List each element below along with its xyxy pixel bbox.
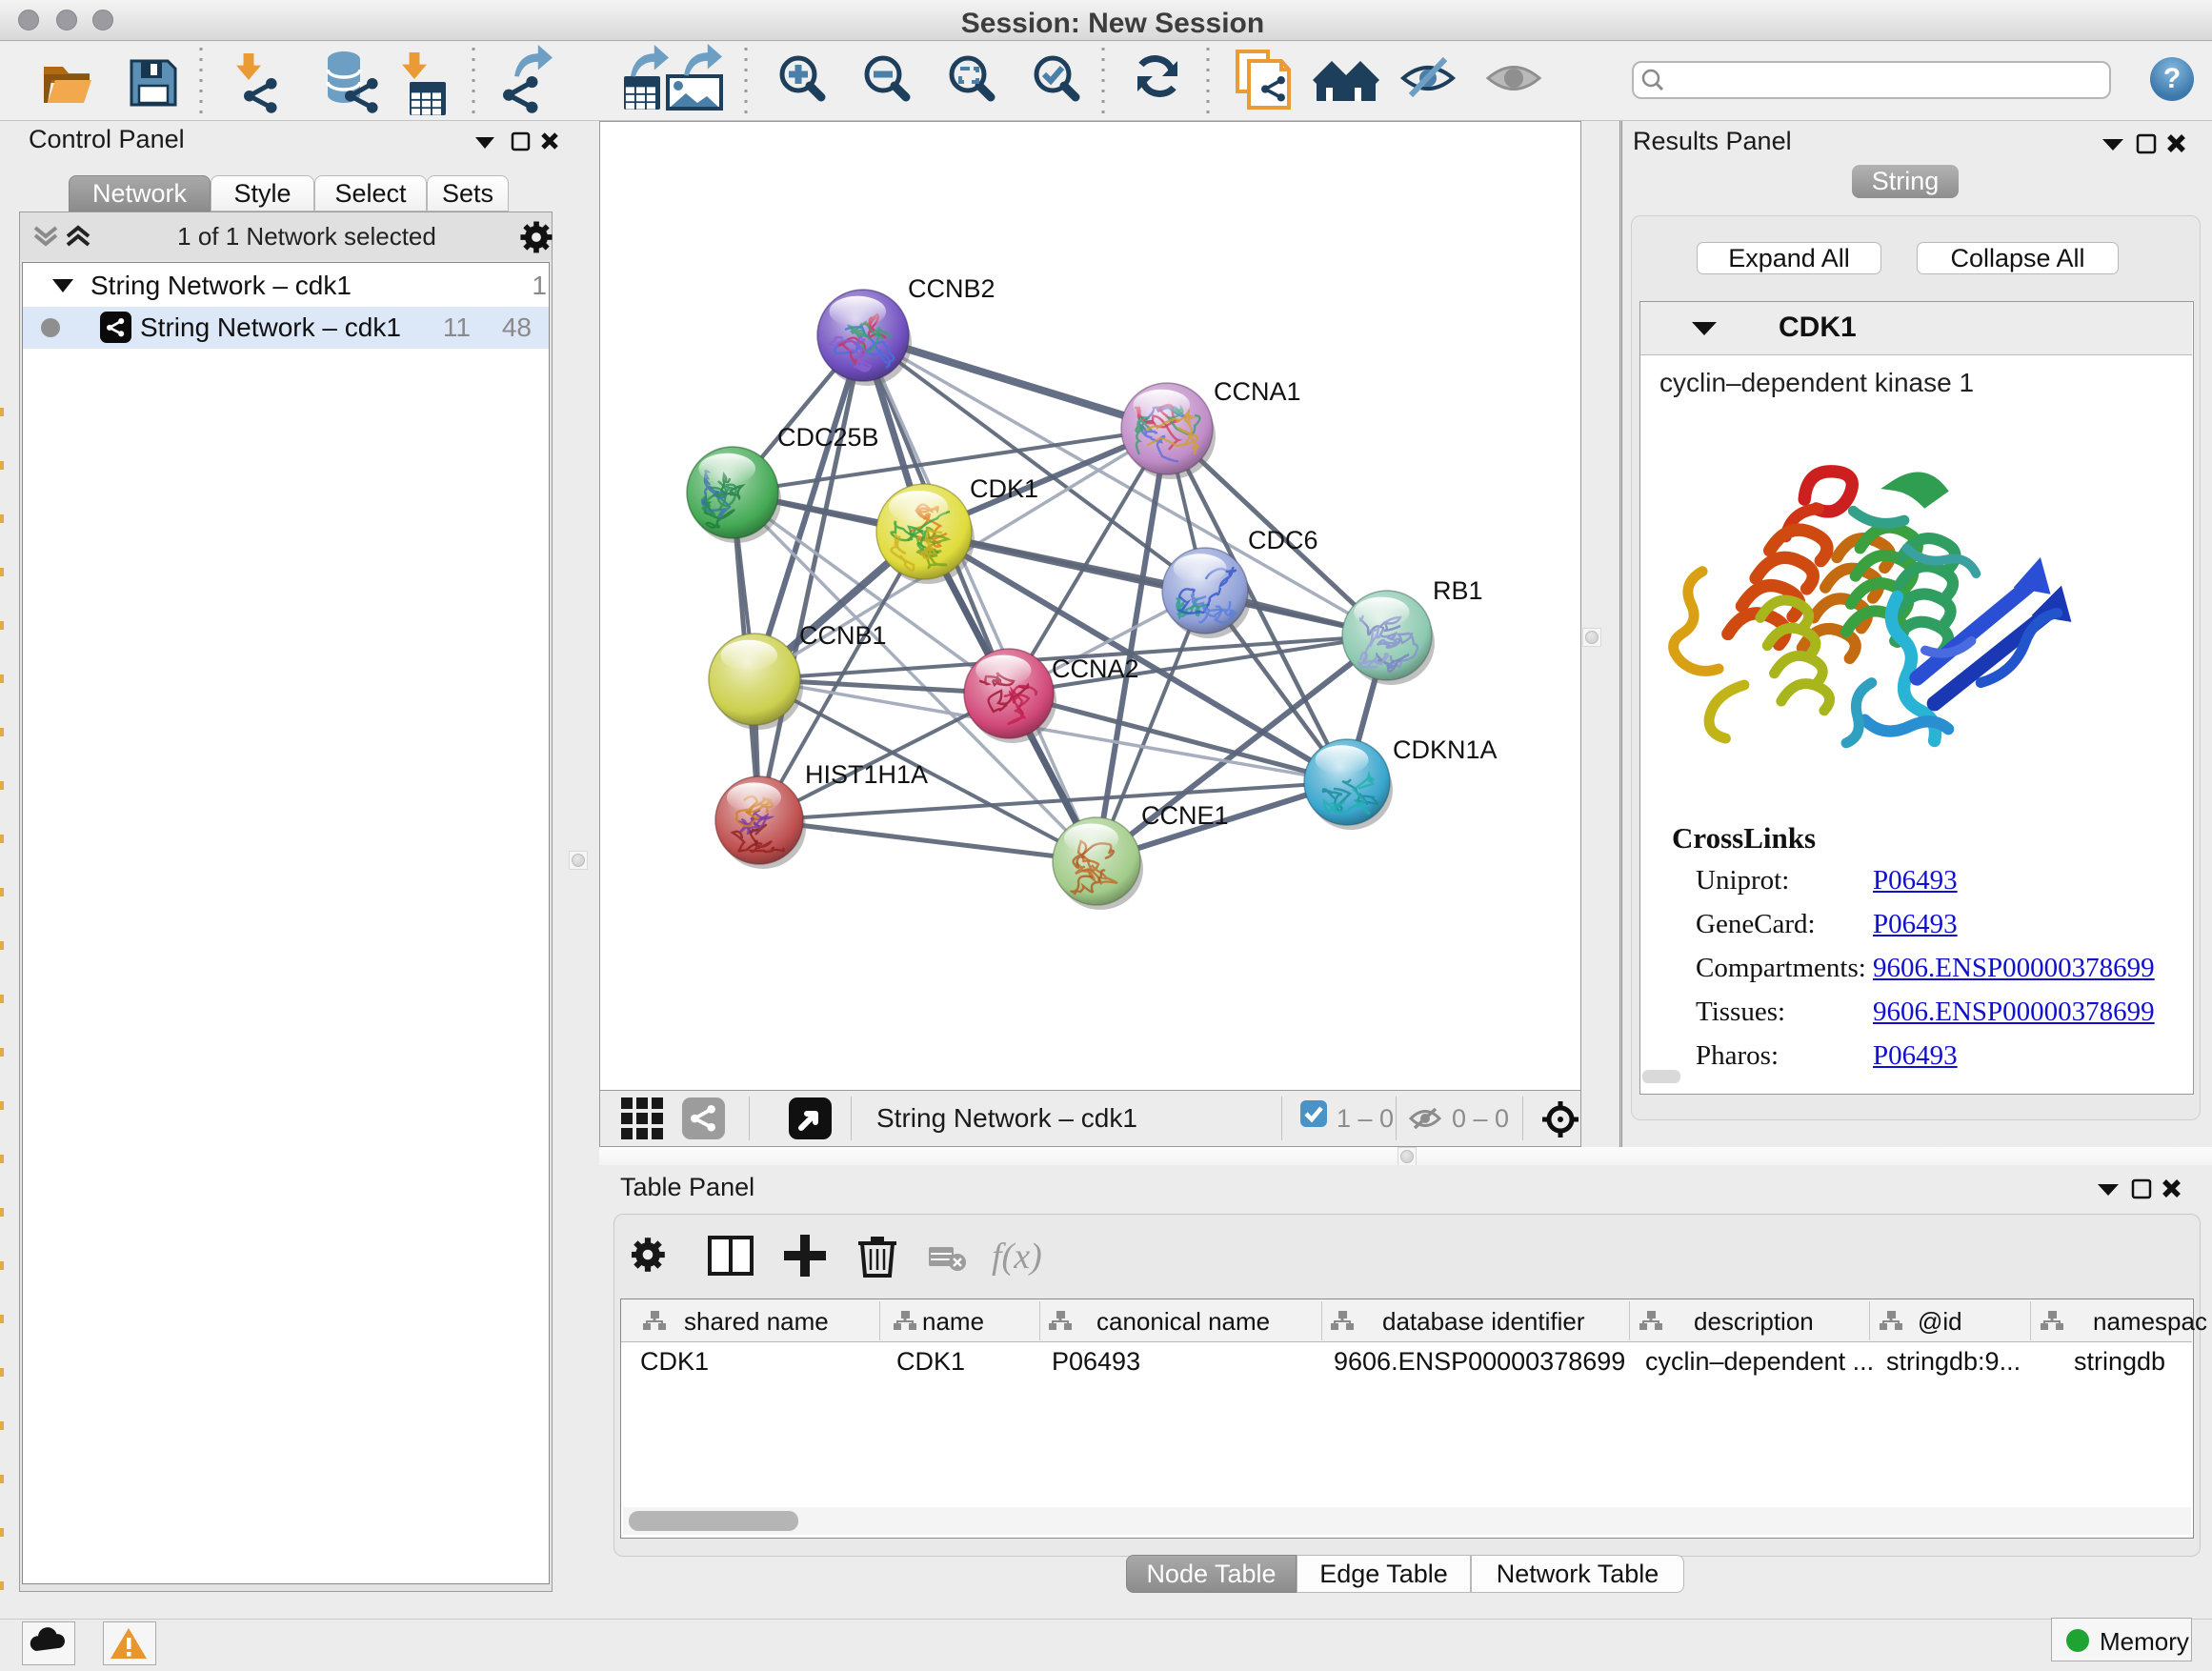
svg-text:RB1: RB1 — [1433, 576, 1483, 605]
svg-text:CCNA1: CCNA1 — [1214, 377, 1301, 406]
svg-text:CDKN1A: CDKN1A — [1393, 735, 1498, 764]
svg-text:CDK1: CDK1 — [970, 474, 1038, 503]
svg-text:CCNA2: CCNA2 — [1052, 654, 1139, 683]
svg-text:HIST1H1A: HIST1H1A — [805, 760, 928, 789]
svg-text:CCNE1: CCNE1 — [1141, 801, 1229, 830]
svg-text:CCNB1: CCNB1 — [799, 621, 887, 650]
svg-text:CCNB2: CCNB2 — [908, 274, 995, 303]
svg-text:CDC6: CDC6 — [1248, 526, 1318, 554]
svg-text:f(x): f(x) — [992, 1237, 1042, 1277]
svg-text:CDC25B: CDC25B — [777, 423, 879, 452]
